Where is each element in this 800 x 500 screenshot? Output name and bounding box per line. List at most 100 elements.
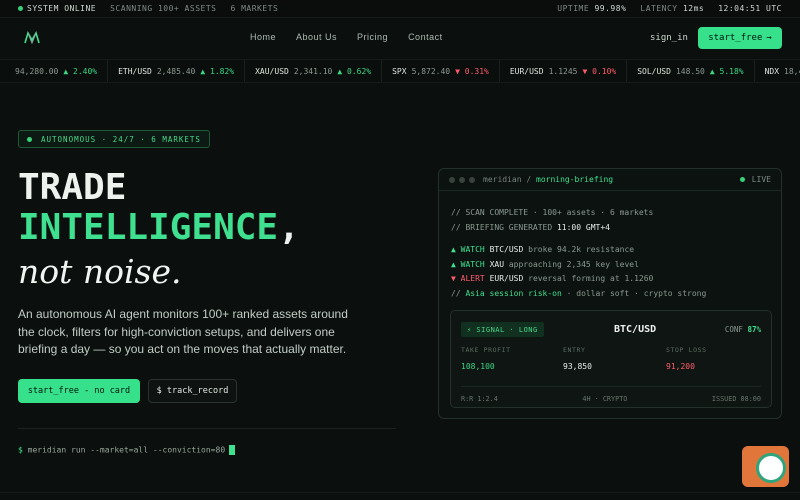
ticker-change: ▲ 0.62%: [337, 66, 372, 76]
signal-card[interactable]: ⚡ SIGNAL · LONG BTC/USD CONF 87% TAKE PR…: [450, 310, 772, 408]
alert-text: approaching 2,345 key level: [508, 259, 639, 269]
ticker-item: NDX18,420▲: [755, 60, 800, 82]
arrow-up-icon: ▲: [63, 66, 69, 76]
live-dot-icon: [739, 177, 745, 182]
ticker-symbol: ETH/USD: [118, 66, 152, 76]
utc-clock: 12:04:51 UTC: [718, 4, 782, 13]
ticker-item: EUR/USD 1.1245 ▼ 0.10%: [500, 60, 628, 82]
window-dots-icon: [449, 176, 475, 183]
price-ticker: 94,280.00 ▲ 2.40% ETH/USD 2,485.40 ▲ 1.82% XA…: [0, 59, 800, 83]
ticker-item: ETH/USD 2,485.40 ▲ 1.82%: [108, 60, 246, 82]
sign-in-link[interactable]: sign_in: [650, 33, 688, 43]
alert-symbol: BTC/USD: [489, 245, 524, 254]
path-current: morning-briefing: [536, 175, 614, 184]
nav-links: Home About Us Pricing Contact: [250, 32, 443, 42]
ticker-symbol: SOL/USD: [637, 66, 671, 76]
latency: LATENCY 12ms: [640, 4, 705, 13]
take-profit-label: TAKE PROFIT: [461, 346, 511, 354]
chat-widget-icon[interactable]: [742, 446, 789, 487]
track-record-button[interactable]: $ track_record: [148, 379, 237, 403]
arrow-right-icon: →: [766, 33, 772, 43]
live-label: LIVE: [751, 175, 771, 184]
meridian-logo-icon[interactable]: [24, 31, 40, 45]
chat-avatar-icon: [756, 453, 786, 483]
arrow-up-icon: ▲: [337, 66, 343, 76]
alert-line: ▲ WATCH XAU approaching 2,345 key level: [451, 258, 706, 273]
alert-list: ▲ WATCH BTC/USD broke 94.2k resistance ▲ …: [451, 243, 706, 287]
ticker-symbol: SPX: [392, 66, 407, 76]
entry-label: ENTRY: [563, 346, 586, 354]
nav-link-contact[interactable]: Contact: [408, 32, 443, 42]
ticker-change: ▼ 0.10%: [582, 66, 617, 76]
take-profit-value: 108,100: [461, 362, 495, 371]
ticker-item: XAU/USD 2,341.10 ▲ 0.62%: [245, 60, 383, 82]
alert-symbol: XAU: [489, 259, 505, 269]
nav-link-home[interactable]: Home: [250, 32, 276, 42]
briefing-lines: // SCAN COMPLETE · 100+ assets · 6 marke…: [451, 206, 706, 301]
issued-time: ISSUED 08:00: [711, 395, 761, 403]
command-line: $ meridian run --market=all --conviction…: [18, 445, 236, 455]
nav-link-pricing[interactable]: Pricing: [357, 32, 388, 42]
alert-text: reversal forming at 1.1260: [528, 274, 654, 283]
nav-link-about[interactable]: About Us: [296, 32, 337, 42]
ticker-item: 94,280.00 ▲ 2.40%: [0, 60, 109, 82]
entry-value: 93,850: [563, 362, 592, 371]
start-free-button[interactable]: start_free →: [698, 27, 782, 49]
ticker-symbol: EUR/USD: [509, 66, 544, 76]
triangle-up-icon: ▲: [451, 245, 456, 254]
arrow-down-icon: ▼: [582, 66, 588, 76]
ticker-price: 94,280.00: [15, 66, 59, 76]
headline-line-1: TRADE: [18, 167, 127, 208]
arrow-up-icon: ▲: [709, 66, 715, 76]
ticker-item: SOL/USD 148.50 ▲ 5.18%: [627, 60, 755, 82]
ticker-price: 148.50: [675, 66, 705, 76]
arrow-up-icon: ▲: [200, 66, 206, 76]
ticker-symbol: NDX: [764, 66, 780, 76]
status-bar: SYSTEM ONLINE SCANNING 100+ ASSETS 6 MAR…: [0, 0, 800, 18]
ticker-item: SPX 5,872.40 ▼ 0.31%: [382, 60, 500, 82]
headline-comma: ,: [278, 207, 300, 248]
live-indicator: LIVE: [739, 175, 771, 184]
alert-line: ▲ WATCH BTC/USD broke 94.2k resistance: [451, 243, 706, 258]
ticker-price: 1.1245: [548, 66, 578, 76]
session-line: // Asia session risk-on · dollar soft · …: [451, 288, 707, 298]
ticker-price: 5,872.40: [411, 66, 451, 76]
alert-type: ALERT: [460, 274, 485, 283]
start-free-no-card-button[interactable]: start_free - no card: [18, 379, 140, 403]
ticker-price: 2,341.10: [293, 66, 333, 76]
alert-type: WATCH: [460, 259, 485, 269]
ticker-price: 18,420: [784, 66, 800, 76]
system-status: SYSTEM ONLINE: [18, 4, 96, 13]
cursor-icon: [229, 445, 236, 455]
ticker-change: ▼ 0.31%: [455, 66, 489, 76]
alert-symbol: EUR/USD: [489, 274, 524, 283]
badge-label: AUTONOMOUS · 24/7 · 6 MARKETS: [41, 134, 201, 144]
bottom-divider: [0, 492, 800, 493]
scanning-status: SCANNING 100+ ASSETS: [110, 4, 217, 13]
autonomous-badge: AUTONOMOUS · 24/7 · 6 MARKETS: [18, 130, 210, 148]
triangle-down-icon: ▼: [451, 274, 456, 283]
markets-count: 6 MARKETS: [230, 4, 279, 13]
risk-reward: R:R 1:2.4: [461, 395, 498, 403]
uptime: UPTIME 99.98%: [557, 4, 627, 13]
hero-headline: TRADE INTELLIGENCE,: [18, 168, 300, 248]
hero-divider: [18, 428, 396, 429]
path-separator: /: [526, 175, 532, 184]
headline-line-2: INTELLIGENCE: [18, 207, 279, 248]
confidence: CONF 87%: [724, 325, 761, 334]
stop-loss-value: 91,200: [666, 362, 695, 371]
briefing-line: // BRIEFING GENERATED 11:00 GMT+4: [451, 222, 610, 232]
timeframe: 4H · CRYPTO: [582, 395, 628, 403]
online-dot-icon: [18, 6, 23, 11]
prompt-symbol: $: [18, 445, 23, 455]
headline-tagline: not noise.: [18, 252, 182, 291]
alert-text: broke 94.2k resistance: [528, 245, 635, 254]
signal-footer: R:R 1:2.4 4H · CRYPTO ISSUED 08:00: [461, 386, 761, 403]
arrow-down-icon: ▼: [455, 66, 460, 76]
alert-line: ▼ ALERT EUR/USD reversal forming at 1.12…: [451, 272, 706, 287]
status-dot-icon: [27, 136, 32, 142]
triangle-up-icon: ▲: [451, 259, 456, 269]
signal-pair: BTC/USD: [614, 324, 657, 335]
alert-type: WATCH: [460, 245, 485, 254]
signal-long-badge: ⚡ SIGNAL · LONG: [461, 322, 544, 337]
